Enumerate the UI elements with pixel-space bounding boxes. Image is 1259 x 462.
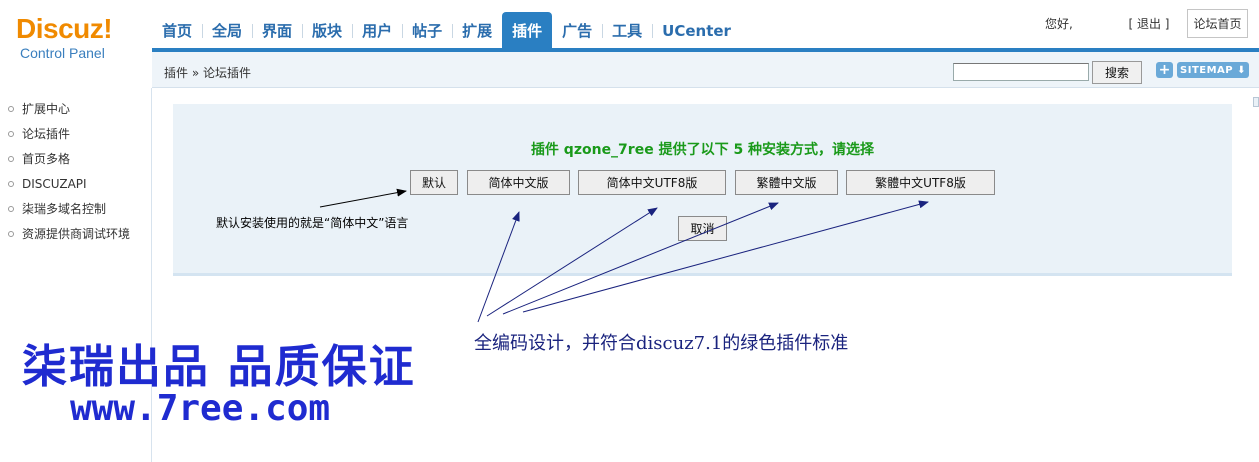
user-info: 您好, [ 退出 ] bbox=[1045, 15, 1169, 32]
logout-link[interactable]: [ 退出 ] bbox=[1128, 17, 1169, 31]
nav-ucenter[interactable]: UCenter bbox=[652, 12, 741, 49]
add-shortcut-button[interactable]: + bbox=[1156, 62, 1173, 78]
bullet-icon bbox=[8, 230, 14, 237]
sidebar-item-label: 论坛插件 bbox=[22, 127, 71, 141]
nav-extensions[interactable]: 扩展 bbox=[452, 12, 502, 49]
cancel-button[interactable]: 取消 bbox=[678, 216, 727, 241]
control-panel-page: Discuz! Control Panel 首页 全局 界面 版块 用户 帖子 … bbox=[0, 0, 1259, 462]
encoding-note: 全编码设计，并符合discuz7.1的绿色插件标准 bbox=[474, 333, 849, 354]
install-traditional-button[interactable]: 繁體中文版 bbox=[735, 170, 838, 195]
forum-home-button[interactable]: 论坛首页 bbox=[1187, 9, 1248, 38]
install-simplified-utf8-button[interactable]: 简体中文UTF8版 bbox=[578, 170, 726, 195]
logo-main-text: Discuz! bbox=[16, 13, 113, 44]
sidebar-item-label: 扩展中心 bbox=[22, 102, 71, 116]
nav-plugins[interactable]: 插件 bbox=[502, 12, 553, 49]
nav-home[interactable]: 首页 bbox=[152, 12, 202, 49]
username-redacted bbox=[1076, 18, 1125, 31]
default-language-note: 默认安装使用的就是“简体中文”语言 bbox=[216, 216, 409, 230]
search-input[interactable] bbox=[953, 63, 1089, 81]
sidebar-item-forum-plugins[interactable]: 论坛插件 bbox=[8, 125, 70, 142]
promo-slogan: 柒瑞出品 品质保证 bbox=[22, 340, 416, 393]
main-nav: 首页 全局 界面 版块 用户 帖子 扩展 插件 广告 工具 UCenter bbox=[152, 12, 741, 49]
discuz-logo[interactable]: Discuz! Control Panel bbox=[16, 13, 113, 62]
sidebar-item-label: 资源提供商调试环境 bbox=[22, 227, 131, 241]
sidebar-item-label: 首页多格 bbox=[22, 152, 71, 166]
bullet-icon bbox=[8, 130, 14, 137]
greeting-text: 您好, bbox=[1045, 17, 1073, 31]
bullet-icon bbox=[8, 155, 14, 162]
bullet-icon bbox=[8, 105, 14, 112]
logo-sub-text: Control Panel bbox=[20, 45, 105, 61]
sidebar-item-label: 柒瑞多域名控制 bbox=[22, 202, 107, 216]
install-simplified-button[interactable]: 简体中文版 bbox=[467, 170, 570, 195]
nav-forums[interactable]: 版块 bbox=[302, 12, 352, 49]
sitemap-button[interactable]: SITEMAP ⬇ bbox=[1177, 62, 1249, 78]
nav-interface[interactable]: 界面 bbox=[252, 12, 302, 49]
nav-global[interactable]: 全局 bbox=[202, 12, 252, 49]
bullet-icon bbox=[8, 205, 14, 212]
nav-tools[interactable]: 工具 bbox=[602, 12, 652, 49]
breadcrumb: 插件 » 论坛插件 bbox=[164, 66, 251, 80]
promo-url: www.7ree.com bbox=[70, 388, 331, 429]
sidebar-item-label: DISCUZAPI bbox=[22, 177, 87, 191]
sidebar-item-discuzapi[interactable]: DISCUZAPI bbox=[8, 177, 87, 191]
install-traditional-utf8-button[interactable]: 繁體中文UTF8版 bbox=[846, 170, 995, 195]
nav-ads[interactable]: 广告 bbox=[552, 12, 602, 49]
sidebar-item-multi-domain[interactable]: 柒瑞多域名控制 bbox=[8, 200, 106, 217]
sidebar-item-homepage-grid[interactable]: 首页多格 bbox=[8, 150, 70, 167]
nav-posts[interactable]: 帖子 bbox=[402, 12, 452, 49]
sidebar-item-extension-center[interactable]: 扩展中心 bbox=[8, 100, 70, 117]
sidebar-item-provider-debug[interactable]: 资源提供商调试环境 bbox=[8, 225, 130, 242]
install-title: 插件 qzone_7ree 提供了以下 5 种安装方式，请选择 bbox=[530, 142, 875, 158]
breadcrumb-bar: 插件 » 论坛插件 搜索 + SITEMAP ⬇ bbox=[152, 52, 1259, 88]
install-default-button[interactable]: 默认 bbox=[410, 170, 458, 195]
search-button[interactable]: 搜索 bbox=[1092, 61, 1142, 84]
bullet-icon bbox=[8, 180, 14, 187]
nav-users[interactable]: 用户 bbox=[352, 12, 402, 49]
scrollbar-handle[interactable] bbox=[1253, 97, 1259, 107]
